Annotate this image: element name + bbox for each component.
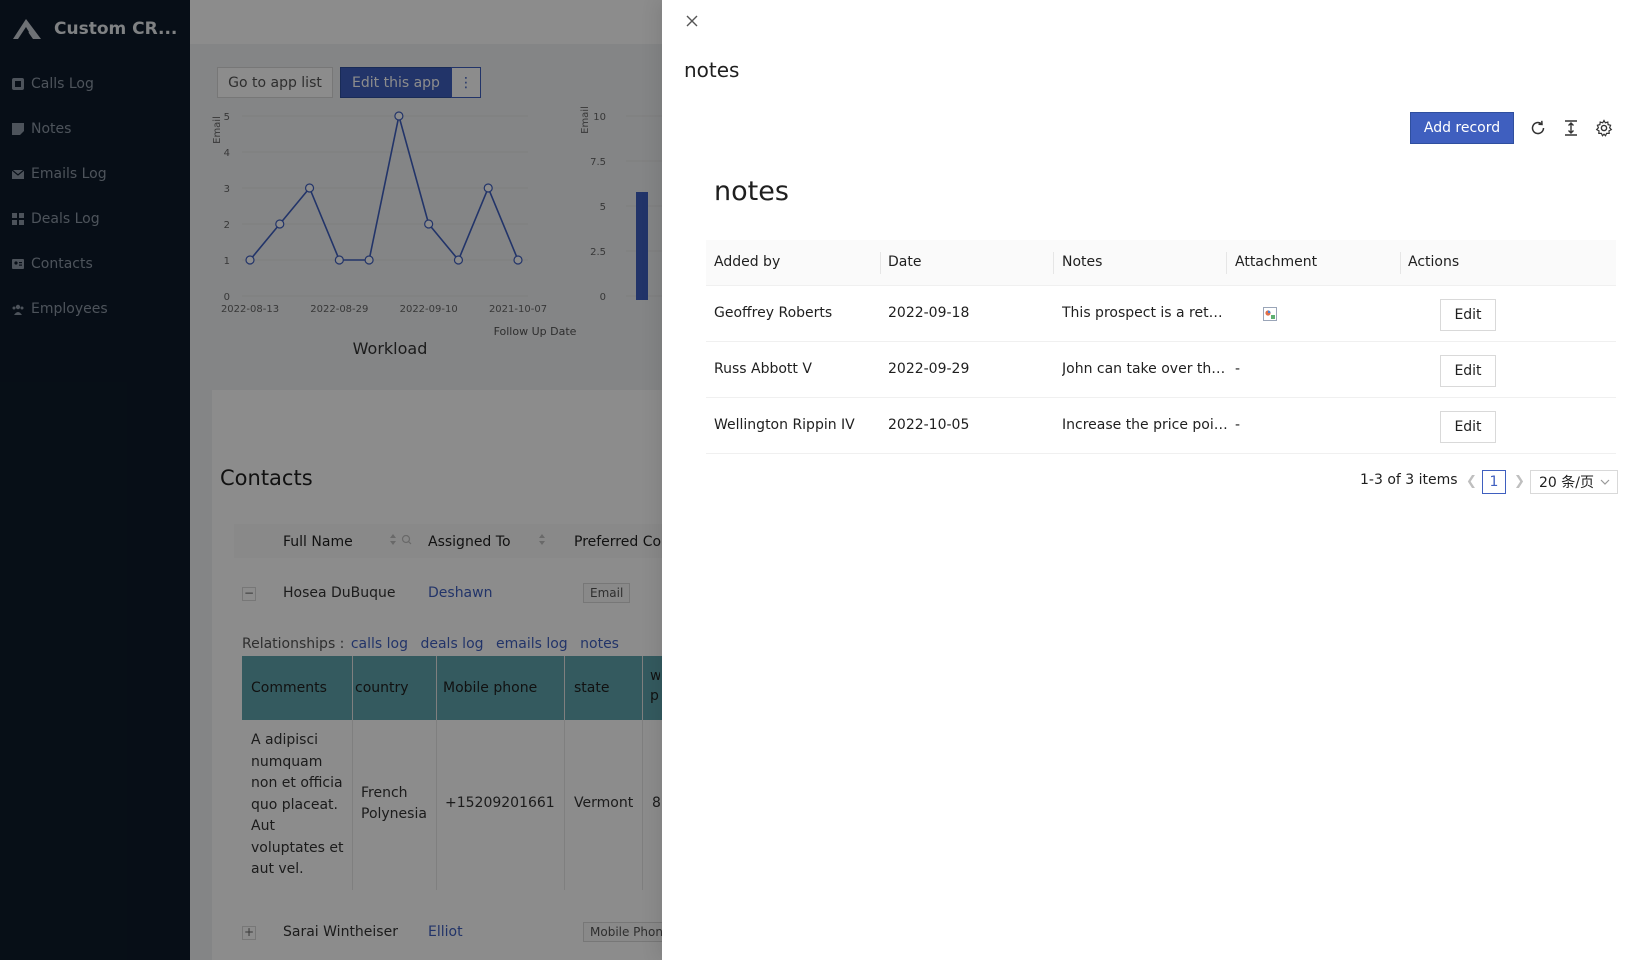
column-header-actions: Actions: [1408, 254, 1460, 270]
edit-button[interactable]: Edit: [1440, 355, 1496, 387]
table-row: Wellington Rippin IV 2022-10-05 Increase…: [706, 398, 1616, 454]
attachment-image-icon[interactable]: [1262, 306, 1278, 322]
column-header-notes: Notes: [1062, 254, 1103, 270]
cell-added-by: Russ Abbott V: [714, 361, 812, 377]
cell-notes: Increase the price point!: [1062, 417, 1228, 433]
next-page-icon[interactable]: ❯: [1514, 474, 1525, 489]
page-number-button[interactable]: 1: [1482, 470, 1506, 494]
cell-date: 2022-10-05: [888, 417, 970, 433]
column-divider: [880, 252, 881, 274]
block-title: notes: [714, 176, 789, 207]
column-divider: [1400, 252, 1401, 274]
cell-notes: John can take over this ...: [1062, 361, 1228, 377]
refresh-icon[interactable]: [1529, 119, 1547, 137]
drawer-title: notes: [684, 58, 740, 82]
cell-attachment: -: [1235, 417, 1241, 433]
column-header-date: Date: [888, 254, 922, 270]
cell-date: 2022-09-29: [888, 361, 970, 377]
column-header-attachment: Attachment: [1235, 254, 1318, 270]
edit-button[interactable]: Edit: [1440, 299, 1496, 331]
page-size-select[interactable]: 20 条/页: [1530, 470, 1618, 494]
column-divider: [1053, 252, 1054, 274]
cell-date: 2022-09-18: [888, 305, 970, 321]
notes-drawer: notes Add record notes Added by Date Not…: [662, 0, 1648, 960]
chevron-down-icon: [1600, 479, 1610, 485]
modal-overlay[interactable]: [0, 0, 662, 960]
table-header: Added by Date Notes Attachment Actions: [706, 240, 1616, 286]
prev-page-icon[interactable]: ❮: [1466, 474, 1477, 489]
cell-added-by: Geoffrey Roberts: [714, 305, 833, 321]
column-height-icon[interactable]: [1562, 119, 1580, 137]
pagination-total: 1-3 of 3 items: [1360, 472, 1458, 488]
edit-button[interactable]: Edit: [1440, 411, 1496, 443]
cell-added-by: Wellington Rippin IV: [714, 417, 855, 433]
column-header-added-by: Added by: [714, 254, 781, 270]
cell-attachment: -: [1235, 361, 1241, 377]
add-record-button[interactable]: Add record: [1410, 112, 1514, 144]
settings-gear-icon[interactable]: [1595, 119, 1613, 137]
table-row: Geoffrey Roberts 2022-09-18 This prospec…: [706, 286, 1616, 342]
page-size-value: 20 条/页: [1539, 475, 1594, 491]
table-row: Russ Abbott V 2022-09-29 John can take o…: [706, 342, 1616, 398]
close-icon[interactable]: [684, 13, 700, 29]
column-divider: [1226, 252, 1227, 274]
cell-notes: This prospect is a return...: [1062, 305, 1228, 321]
